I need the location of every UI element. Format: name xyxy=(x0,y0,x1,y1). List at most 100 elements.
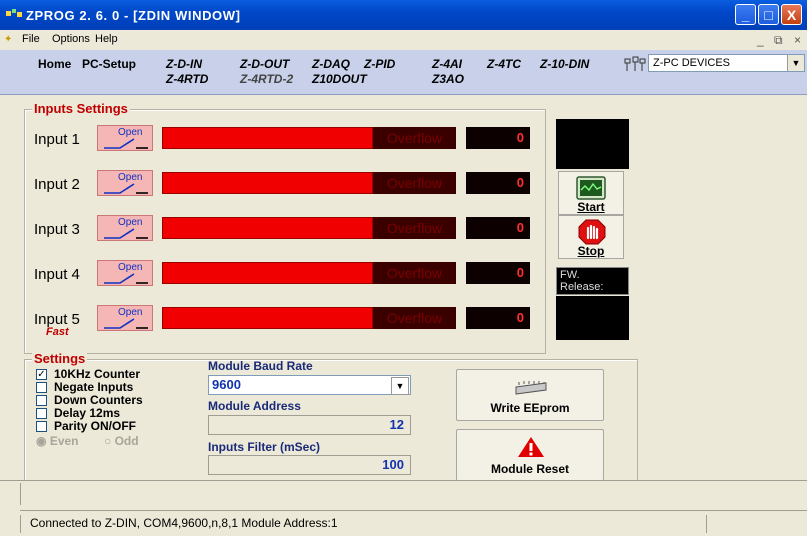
mdi-close-button[interactable]: × xyxy=(794,33,801,47)
overflow-indicator: Overflow xyxy=(373,217,456,239)
input-label: Input 3 xyxy=(34,221,80,238)
switch-icon xyxy=(104,228,148,239)
switch-icon xyxy=(104,138,148,149)
input-level-bar xyxy=(162,307,373,329)
input-label: Input 4 xyxy=(34,266,80,283)
z3ao-link[interactable]: Z3AO xyxy=(432,72,464,86)
overflow-indicator: Overflow xyxy=(373,172,456,194)
checkbox[interactable] xyxy=(36,395,47,406)
close-button[interactable]: X xyxy=(781,4,802,25)
menu-file[interactable]: File xyxy=(22,33,40,45)
overflow-indicator: Overflow xyxy=(373,262,456,284)
release-value-box xyxy=(556,296,629,340)
counter-value: 0 xyxy=(466,307,530,329)
open-contact-button[interactable]: Open xyxy=(97,170,153,196)
menu-options[interactable]: Options xyxy=(52,33,90,45)
z-10-din-link[interactable]: Z-10-DIN xyxy=(540,57,589,71)
mdi-restore-button[interactable]: ⧉ xyxy=(774,33,783,48)
title-bar[interactable]: ZPROG 2. 6. 0 - [ZDIN WINDOW] _ □ X xyxy=(0,0,807,30)
stop-hand-icon xyxy=(578,219,606,245)
display-panel xyxy=(556,119,629,169)
open-contact-button[interactable]: Open xyxy=(97,305,153,331)
write-eeprom-label: Write EEprom xyxy=(490,401,570,415)
overflow-indicator: Overflow xyxy=(373,127,456,149)
chevron-down-icon[interactable]: ▼ xyxy=(391,377,409,395)
inputs-group-title: Inputs Settings xyxy=(32,101,130,116)
chevron-down-icon[interactable]: ▼ xyxy=(787,55,804,71)
checkbox[interactable] xyxy=(36,382,47,393)
counter-value: 0 xyxy=(466,172,530,194)
switch-icon xyxy=(104,183,148,194)
write-eeprom-button[interactable]: Write EEprom xyxy=(456,369,604,421)
divider xyxy=(0,480,807,481)
module-address-field[interactable]: 12 xyxy=(208,415,411,435)
window-title: ZPROG 2. 6. 0 - [ZDIN WINDOW] xyxy=(26,8,241,23)
z-4rtd-2-link[interactable]: Z-4RTD-2 xyxy=(240,72,293,86)
open-contact-button[interactable]: Open xyxy=(97,260,153,286)
open-contact-button[interactable]: Open xyxy=(97,215,153,241)
checkbox-label: 10KHz Counter xyxy=(54,367,141,381)
open-contact-button[interactable]: Open xyxy=(97,125,153,151)
divider xyxy=(20,483,21,505)
mdi-minimize-button[interactable]: _ xyxy=(757,33,764,47)
z-4ai-link[interactable]: Z-4AI xyxy=(432,57,462,71)
settings-group-title: Settings xyxy=(32,351,88,366)
checkbox-label: Down Counters xyxy=(54,393,143,407)
firmware-box: FW. Release: xyxy=(556,267,629,295)
oscilloscope-icon xyxy=(576,176,606,200)
baud-rate-select[interactable]: 9600 ▼ xyxy=(208,375,411,395)
module-reset-label: Module Reset xyxy=(490,462,569,476)
inputs-filter-label: Inputs Filter (mSec) xyxy=(208,440,321,454)
radio-odd-dot: ○ xyxy=(104,434,112,448)
z-daq-link[interactable]: Z-DAQ xyxy=(312,57,350,71)
input-label: Input 1 xyxy=(34,131,80,148)
module-reset-button[interactable]: Module Reset xyxy=(456,429,604,481)
switch-icon xyxy=(104,318,148,329)
release-label: Release: xyxy=(560,281,604,293)
switch-icon xyxy=(104,273,148,284)
z-4tc-link[interactable]: Z-4TC xyxy=(487,57,521,71)
checkbox[interactable] xyxy=(36,421,47,432)
z-d-out-link[interactable]: Z-D-OUT xyxy=(240,57,289,71)
counter-value: 0 xyxy=(466,127,530,149)
checkbox-label: Delay 12ms xyxy=(54,406,121,420)
network-icon xyxy=(624,56,646,71)
input-level-bar xyxy=(162,172,373,194)
z10dout-link[interactable]: Z10DOUT xyxy=(312,72,367,86)
input-label: Input 2 xyxy=(34,176,80,193)
checkbox[interactable] xyxy=(36,408,47,419)
checkbox[interactable]: ✓ xyxy=(36,369,47,380)
z-d-in-link[interactable]: Z-D-IN xyxy=(166,57,202,71)
divider xyxy=(706,515,707,533)
radio-even-label: Even xyxy=(49,434,79,448)
menu-bar: ✦ File Options Help _ ⧉ × xyxy=(0,30,807,50)
counter-value: 0 xyxy=(466,262,530,284)
start-button[interactable]: Start xyxy=(558,171,624,215)
fast-label: Fast xyxy=(46,326,69,338)
inputs-filter-field[interactable]: 100 xyxy=(208,455,411,475)
stop-button[interactable]: Stop xyxy=(558,215,624,259)
pc-setup-link[interactable]: PC-Setup xyxy=(82,57,136,71)
checkbox-label: Parity ON/OFF xyxy=(54,419,137,433)
stop-label: Stop xyxy=(577,244,605,258)
status-bar: Connected to Z-DIN, COM4,9600,n,8,1 Modu… xyxy=(20,510,807,535)
radio-odd[interactable]: ○ Odd xyxy=(104,434,139,448)
menu-help[interactable]: Help xyxy=(95,33,118,45)
module-address-label: Module Address xyxy=(208,399,301,413)
input-level-bar xyxy=(162,262,373,284)
start-label: Start xyxy=(577,200,605,214)
home-link[interactable]: Home xyxy=(38,57,71,71)
z-pid-link[interactable]: Z-PID xyxy=(364,57,395,71)
device-select[interactable]: Z-PC DEVICES ▼ xyxy=(648,54,805,72)
radio-even[interactable]: ◉ Even xyxy=(36,434,79,448)
counter-value: 0 xyxy=(466,217,530,239)
radio-odd-label: Odd xyxy=(114,434,139,448)
z-4rtd-link[interactable]: Z-4RTD xyxy=(166,72,208,86)
fw-label: FW. xyxy=(560,269,580,281)
minimize-button[interactable]: _ xyxy=(735,4,756,25)
divider xyxy=(20,515,21,533)
connection-status: Connected to Z-DIN, COM4,9600,n,8,1 Modu… xyxy=(30,516,338,530)
input-level-bar xyxy=(162,217,373,239)
device-select-value: Z-PC DEVICES xyxy=(653,57,731,69)
maximize-button[interactable]: □ xyxy=(758,4,779,25)
